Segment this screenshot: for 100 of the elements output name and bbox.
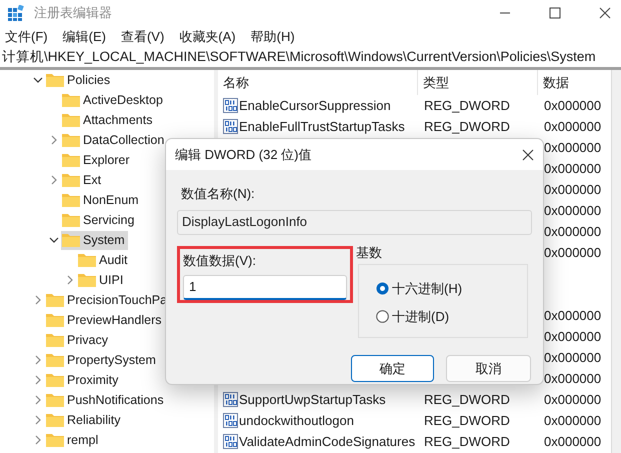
folder-icon [61, 172, 81, 188]
binary-value-icon [223, 392, 238, 407]
tree-item[interactable]: PrecisionTouchPa [45, 290, 170, 310]
table-cell: 0x000000 [544, 308, 602, 323]
table-cell-text: SupportUwpStartupTasks [239, 390, 386, 409]
close-icon[interactable] [599, 7, 611, 19]
folder-icon [61, 152, 81, 168]
menu-item[interactable]: 收藏夹(A) [179, 27, 236, 47]
table-cell: 0x000000 [544, 434, 602, 449]
table-cell: 0x000000 [544, 412, 602, 428]
chevron-right-icon[interactable] [49, 175, 59, 185]
table-cell-text: ValidateAdminCodeSignatures [239, 432, 416, 451]
binary-value-icon [223, 119, 238, 134]
table-cell-text: EnableCursorSuppression [239, 96, 391, 115]
folder-icon [45, 72, 65, 88]
tree-item[interactable]: PreviewHandlers [45, 310, 164, 330]
chevron-down-icon[interactable] [33, 75, 43, 85]
chevron-right-icon[interactable] [33, 295, 43, 305]
folder-icon [61, 192, 81, 208]
folder-icon [45, 412, 65, 428]
folder-icon [61, 232, 81, 248]
table-cell: REG_DWORD [424, 98, 510, 113]
folder-icon [61, 92, 81, 108]
chevron-right-icon[interactable] [33, 395, 43, 405]
tree-item[interactable]: Ext [61, 170, 104, 190]
name-field[interactable]: DisplayLastLogonInfo [177, 210, 532, 234]
tree-item[interactable]: Policies [45, 70, 114, 90]
chevron-down-icon[interactable] [49, 235, 59, 245]
registry-editor-icon [8, 5, 24, 21]
folder-icon [45, 332, 65, 348]
folder-icon [45, 312, 65, 328]
tree-item[interactable]: Proximity [45, 370, 122, 390]
tree-item[interactable]: DataCollection [61, 130, 168, 150]
tree-item[interactable]: Servicing [61, 210, 138, 230]
radio-circle-icon[interactable] [376, 310, 389, 323]
tree-item[interactable]: Reliability [45, 410, 124, 430]
folder-icon [45, 292, 65, 308]
table-cell: 0x000000 [544, 140, 602, 155]
cancel-button[interactable]: 取消 [446, 355, 531, 382]
binary-value-icon [223, 98, 238, 113]
tree-item[interactable]: ActiveDesktop [61, 90, 166, 110]
column-header[interactable]: 数据 [538, 70, 611, 95]
ok-button[interactable]: 确定 [351, 355, 434, 382]
window-title: 注册表编辑器 [34, 4, 112, 22]
tree-item[interactable]: NonEnum [61, 190, 142, 210]
table-cell: REG_DWORD [424, 392, 510, 407]
radio-circle-icon[interactable] [376, 282, 389, 296]
table-cell: 0x000000 [544, 182, 602, 197]
chevron-right-icon[interactable] [33, 415, 43, 425]
tree-item[interactable]: rempl [45, 430, 102, 450]
tree-item[interactable]: Explorer [61, 150, 133, 170]
tree-item[interactable]: Audit [77, 250, 130, 270]
tree-item[interactable]: Privacy [45, 330, 111, 350]
tree-item[interactable]: PropertySystem [45, 350, 159, 370]
radio-button[interactable]: 十六进制(H) [376, 279, 527, 298]
column-header[interactable]: 名称 [218, 70, 418, 95]
table-cell: REG_DWORD [424, 434, 510, 449]
tree-item[interactable]: PushNotifications [45, 390, 167, 410]
scrollbar[interactable] [611, 70, 621, 453]
table-cell-text: undockwithoutlogon [239, 412, 354, 430]
tree-item[interactable]: System [61, 230, 128, 250]
table-cell: 0x000000 [544, 202, 602, 218]
tree-item[interactable]: Attachments [61, 110, 156, 130]
table-cell: 0x000000 [544, 244, 602, 260]
folder-icon [45, 372, 65, 388]
menu-item[interactable]: 查看(V) [120, 27, 164, 47]
chevron-right-icon[interactable] [33, 435, 43, 445]
tree-item[interactable]: UIPI [77, 270, 126, 290]
chevron-right-icon[interactable] [33, 375, 43, 385]
chevron-right-icon[interactable] [33, 355, 43, 365]
chevron-right-icon[interactable] [65, 275, 75, 285]
binary-value-icon [223, 434, 238, 449]
field-label: 数值名称(N): [180, 185, 256, 203]
folder-icon [45, 352, 65, 368]
close-icon[interactable] [522, 148, 534, 160]
folder-icon [61, 112, 81, 128]
binary-value-icon [223, 413, 238, 428]
folder-icon [61, 212, 81, 228]
table-cell: 0x000000 [544, 370, 602, 386]
menu-item[interactable]: 文件(F) [5, 27, 48, 47]
menu-item[interactable]: 帮助(H) [250, 27, 295, 47]
group-label: 基数 [356, 244, 383, 262]
table-cell-text: EnableFullTrustStartupTasks [239, 118, 405, 136]
table-cell: 0x000000 [544, 160, 602, 176]
table-cell: REG_DWORD [424, 412, 510, 428]
table-cell: 0x000000 [544, 328, 602, 344]
data-field[interactable]: 1 [183, 275, 347, 300]
menu-item[interactable]: 编辑(E) [62, 27, 106, 47]
table-cell: 0x000000 [544, 392, 602, 407]
chevron-right-icon[interactable] [49, 135, 59, 145]
table-cell: REG_DWORD [424, 118, 510, 134]
address-bar[interactable]: 计算机\HKEY_LOCAL_MACHINE\SOFTWARE\Microsoft\Windows\CurrentVersion\Policies\System [0, 48, 621, 70]
maximize-icon[interactable] [549, 7, 561, 19]
folder-icon [77, 252, 97, 268]
folder-icon [45, 392, 65, 408]
table-cell: 0x000000 [544, 224, 602, 239]
radio-button[interactable]: 十进制(D) [376, 306, 527, 326]
column-header[interactable]: 类型 [418, 70, 538, 95]
table-cell: 0x000000 [544, 350, 602, 365]
field-label: 数值数据(V): [183, 252, 257, 270]
